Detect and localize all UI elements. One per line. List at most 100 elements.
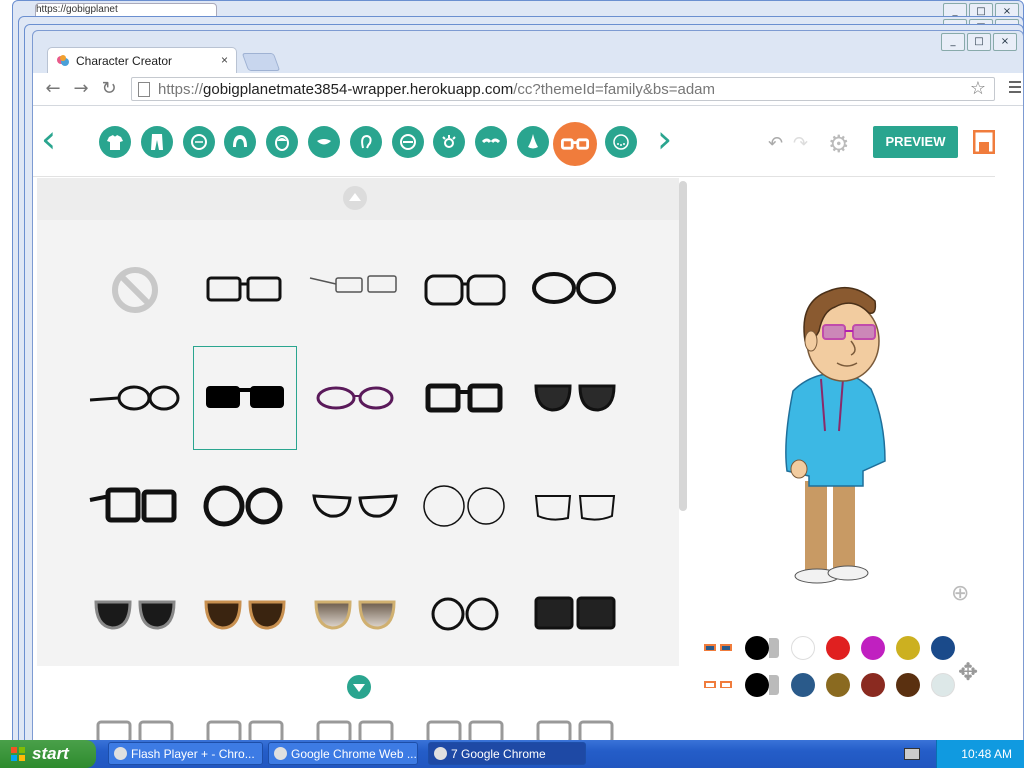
category-hair-icon[interactable] bbox=[224, 126, 256, 158]
tab-strip: Character Creator × _ □ × bbox=[33, 31, 1023, 73]
glasses-icon bbox=[203, 485, 283, 527]
glasses-option-square-white-frame[interactable] bbox=[523, 562, 627, 666]
clock[interactable]: 10:48 AM bbox=[961, 747, 1012, 761]
scroll-up-icon[interactable] bbox=[343, 186, 367, 210]
glasses-option-partial-1[interactable] bbox=[83, 674, 187, 740]
character-creator-page: ‹ › ↶ ↷ ⚙ PREVIEW ⊕ ✥ bbox=[33, 106, 1023, 741]
forward-button[interactable]: → bbox=[69, 77, 93, 101]
taskbar-item[interactable]: 7 Google Chrome bbox=[428, 742, 586, 765]
glasses-option-semi-rimless[interactable] bbox=[523, 454, 627, 558]
category-facial-hair-icon[interactable] bbox=[605, 126, 637, 158]
browser-toolbar: ← → ↻ https://gobigplanetmate3854-wrappe… bbox=[33, 73, 1023, 106]
color-swatch[interactable] bbox=[826, 673, 850, 697]
category-head-icon[interactable] bbox=[266, 126, 298, 158]
zoom-icon[interactable]: ⊕ bbox=[951, 581, 969, 606]
color-swatch[interactable] bbox=[931, 636, 955, 660]
menu-icon[interactable] bbox=[1009, 81, 1021, 96]
glasses-option-rimless-side[interactable] bbox=[303, 238, 407, 342]
glasses-option-oval-purple[interactable] bbox=[303, 346, 407, 450]
maximize-button[interactable]: □ bbox=[967, 33, 991, 51]
taskbar-item[interactable]: Flash Player + - Chro... bbox=[108, 742, 263, 765]
category-glasses-icon[interactable] bbox=[553, 122, 597, 166]
glasses-option-cat-eye[interactable] bbox=[303, 454, 407, 558]
category-shirt-icon[interactable] bbox=[99, 126, 131, 158]
start-button[interactable]: start bbox=[0, 740, 96, 768]
category-prev-arrow[interactable]: ‹ bbox=[41, 120, 56, 158]
glasses-option-round-side[interactable] bbox=[83, 346, 187, 450]
glasses-icon bbox=[89, 385, 180, 411]
glasses-option-square-side-thick[interactable] bbox=[83, 454, 187, 558]
color-picker-swatch[interactable] bbox=[745, 673, 779, 697]
glasses-option-none[interactable] bbox=[83, 238, 187, 342]
color-swatch[interactable] bbox=[896, 636, 920, 660]
color-picker-swatch[interactable] bbox=[745, 636, 779, 660]
tab-close-icon[interactable]: × bbox=[221, 53, 228, 67]
grid-scrollbar[interactable] bbox=[679, 181, 687, 511]
new-tab-button[interactable] bbox=[241, 53, 281, 71]
windows-flag-icon bbox=[11, 747, 25, 761]
glasses-option-sunglasses-black[interactable] bbox=[193, 346, 297, 450]
color-swatch[interactable] bbox=[896, 673, 920, 697]
glasses-icon bbox=[561, 138, 589, 150]
browser-tab[interactable]: Character Creator × bbox=[47, 47, 237, 73]
glasses-icon bbox=[534, 495, 616, 521]
keyboard-icon[interactable] bbox=[904, 748, 920, 760]
category-eyebrows-icon[interactable] bbox=[475, 126, 507, 158]
glasses-icon bbox=[312, 494, 398, 518]
category-bar: ‹ › ↶ ↷ ⚙ PREVIEW bbox=[33, 106, 1023, 176]
glasses-option-round-medium[interactable] bbox=[413, 562, 517, 666]
minimize-button[interactable]: _ bbox=[941, 33, 965, 51]
category-pants-icon[interactable] bbox=[141, 126, 173, 158]
chrome-icon bbox=[274, 747, 287, 760]
reload-button[interactable]: ↻ bbox=[97, 77, 121, 101]
glasses-icon bbox=[206, 386, 284, 408]
close-button[interactable]: × bbox=[993, 33, 1017, 51]
glasses-grid-panel bbox=[37, 178, 679, 740]
glasses-option-aviator-dark[interactable] bbox=[523, 346, 627, 450]
back-button[interactable]: ← bbox=[41, 77, 65, 101]
glasses-option-partial-5[interactable] bbox=[523, 674, 627, 740]
glasses-option-round-large[interactable] bbox=[193, 454, 297, 558]
category-ear-icon[interactable] bbox=[350, 126, 382, 158]
settings-gear-icon[interactable]: ⚙ bbox=[828, 130, 850, 158]
category-eye-icon[interactable] bbox=[433, 126, 465, 158]
glasses-option-aviator-brown[interactable] bbox=[193, 562, 297, 666]
glasses-option-aviator-gradient[interactable] bbox=[303, 562, 407, 666]
color-swatch[interactable] bbox=[826, 636, 850, 660]
glasses-option-round-thin[interactable] bbox=[413, 454, 517, 558]
glasses-option-partial-4[interactable] bbox=[413, 674, 517, 740]
color-swatch[interactable] bbox=[791, 636, 815, 660]
glasses-frame-color-icon bbox=[704, 644, 732, 651]
color-swatch[interactable] bbox=[791, 673, 815, 697]
address-bar[interactable]: https://gobigplanetmate3854-wrapper.hero… bbox=[131, 77, 995, 101]
facial-hair-icon bbox=[613, 134, 629, 150]
taskbar-item[interactable]: Google Chrome Web ... bbox=[268, 742, 418, 765]
preview-button[interactable]: PREVIEW bbox=[873, 126, 958, 158]
category-nose-icon[interactable] bbox=[517, 126, 549, 158]
color-swatch[interactable] bbox=[861, 673, 885, 697]
window-buttons: _ □ × bbox=[941, 33, 1017, 51]
category-mouth-icon[interactable] bbox=[308, 126, 340, 158]
glasses-option-rectangle-rounded[interactable] bbox=[413, 238, 517, 342]
glasses-option-square-bold[interactable] bbox=[413, 346, 517, 450]
redo-icon[interactable]: ↷ bbox=[793, 133, 808, 154]
category-face-shape-icon[interactable] bbox=[183, 126, 215, 158]
glasses-icon bbox=[204, 600, 286, 630]
glasses-option-round-bold[interactable] bbox=[523, 238, 627, 342]
color-swatch[interactable] bbox=[861, 636, 885, 660]
glasses-icon bbox=[536, 720, 614, 740]
glasses-option-partial-2[interactable] bbox=[193, 674, 297, 740]
save-icon[interactable] bbox=[973, 130, 995, 154]
url-path: /cc?themeId=family&bs=adam bbox=[513, 80, 716, 98]
bookmark-star-icon[interactable]: ☆ bbox=[970, 78, 986, 99]
scroll-down-icon[interactable] bbox=[347, 675, 371, 699]
glasses-icon bbox=[316, 720, 394, 740]
glasses-lens-color-icon bbox=[704, 681, 732, 688]
color-swatch[interactable] bbox=[931, 673, 955, 697]
glasses-icon bbox=[425, 383, 503, 413]
category-eyes-shape-icon[interactable] bbox=[392, 126, 424, 158]
glasses-option-aviator-black[interactable] bbox=[83, 562, 187, 666]
category-next-arrow[interactable]: › bbox=[657, 120, 672, 158]
undo-icon[interactable]: ↶ bbox=[768, 133, 783, 154]
glasses-option-rectangle-thin[interactable] bbox=[193, 238, 297, 342]
